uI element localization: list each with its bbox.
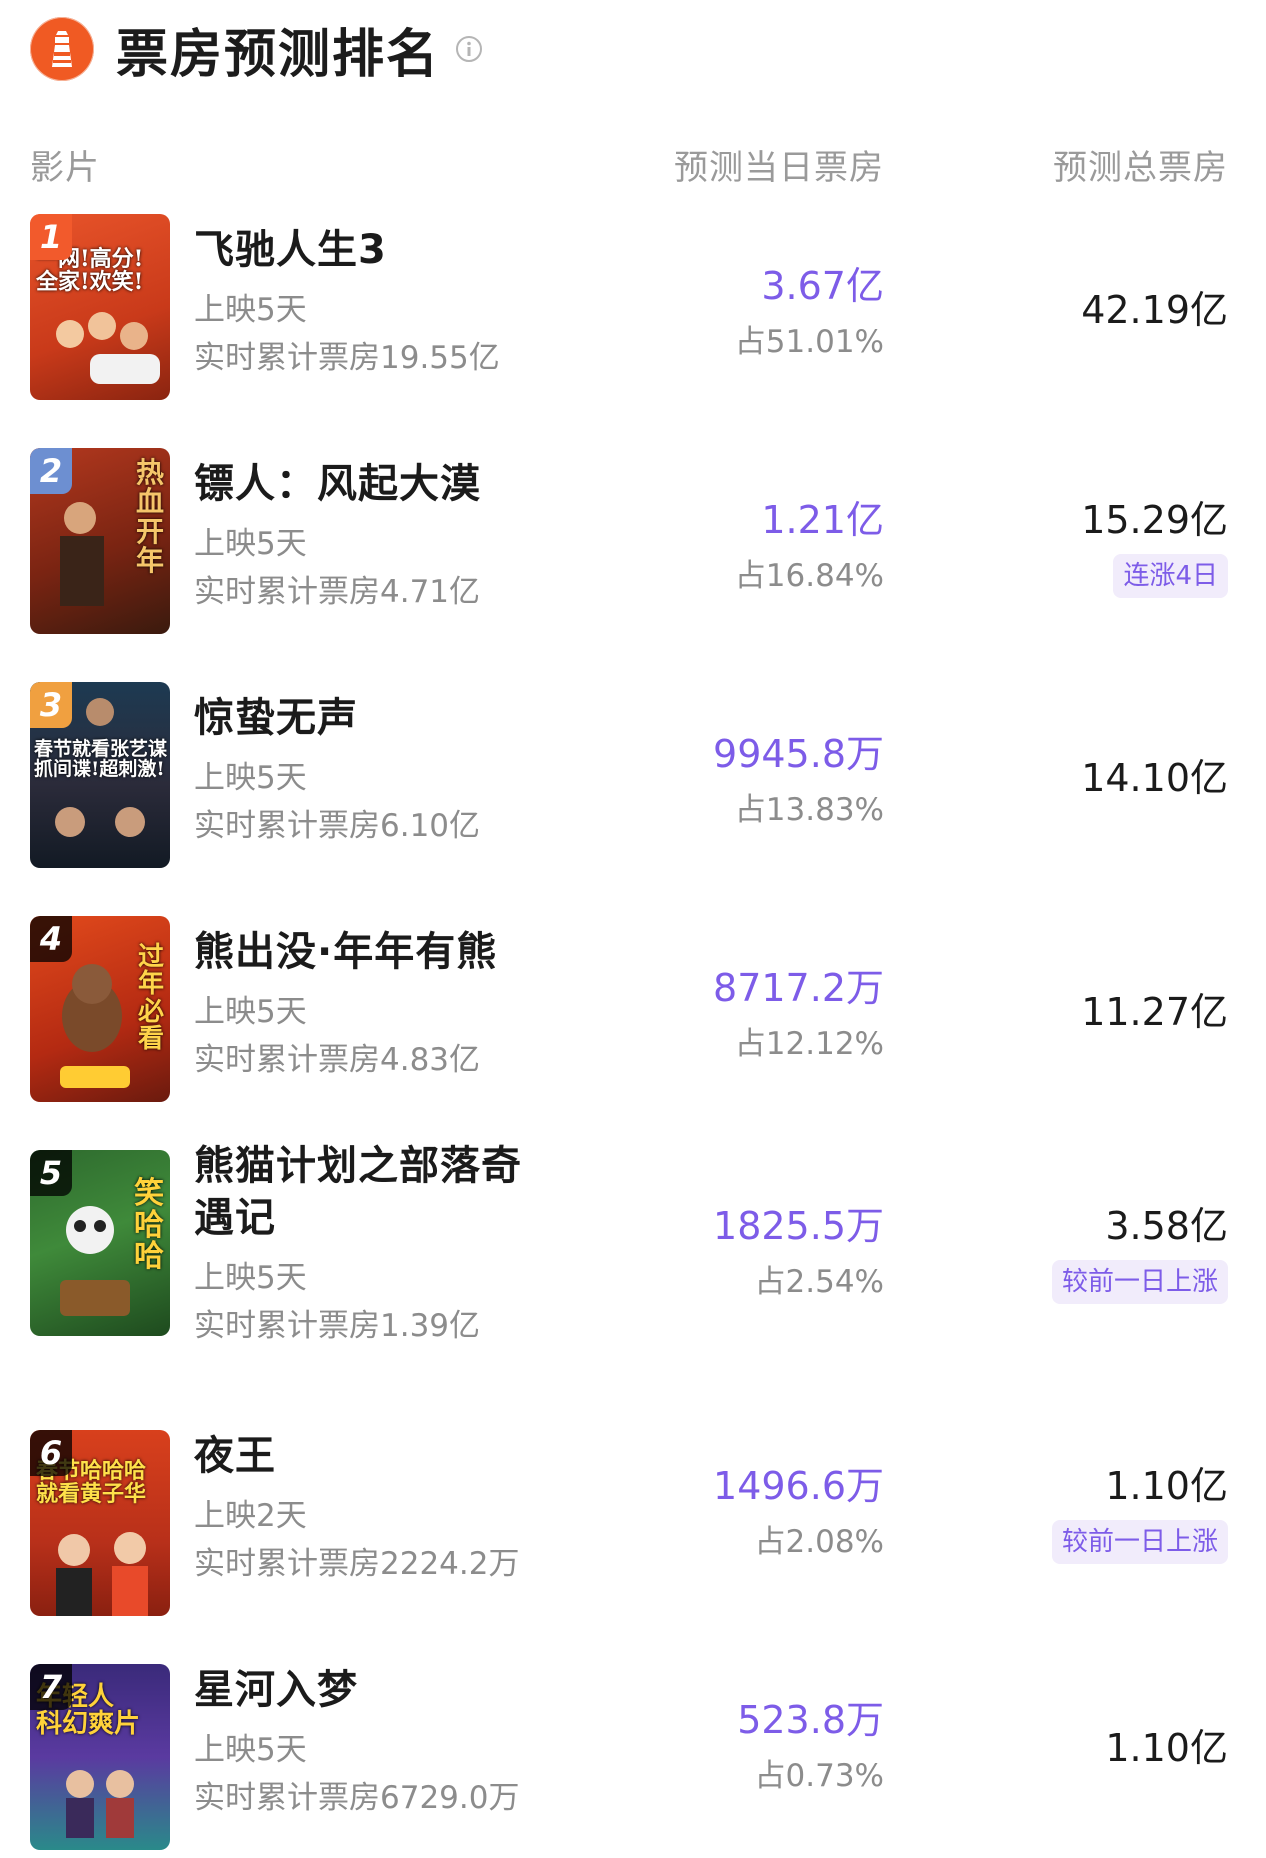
trend-badge: 连涨4日 bbox=[1113, 554, 1228, 598]
days-released: 上映5天 bbox=[194, 1260, 307, 1296]
movie-info: 镖人：风起大漠 上映5天 实时累计票房4.71亿 bbox=[194, 458, 481, 616]
movie-name[interactable]: 飞驰人生3 bbox=[194, 224, 500, 276]
total-forecast: 3.58亿 较前一日上涨 bbox=[1051, 1198, 1228, 1304]
total-forecast: 1.10亿 bbox=[1105, 1720, 1228, 1776]
share-value: 占12.12% bbox=[734, 1026, 884, 1062]
movie-info: 夜王 上映2天 实时累计票房2224.2万 bbox=[194, 1430, 519, 1588]
movie-name[interactable]: 熊猫计划之部落奇遇记 bbox=[194, 1140, 554, 1244]
movie-poster[interactable]: 笑哈哈 5 bbox=[30, 1150, 170, 1336]
movie-row-7[interactable]: 年轻人 科幻爽片 7 星河入梦 上映5天 实时累计票房6729.0万 523.8… bbox=[0, 1664, 1266, 1854]
movie-poster[interactable]: 过年必看 4 bbox=[30, 916, 170, 1102]
movie-poster[interactable]: 一网!高分! 全家!欢笑! 1 bbox=[30, 214, 170, 400]
daily-value: 9945.8万 bbox=[713, 732, 884, 776]
column-header-daily: 预测当日票房 bbox=[674, 148, 884, 188]
total-forecast: 15.29亿 连涨4日 bbox=[1081, 492, 1228, 598]
rank-badge: 6 bbox=[30, 1430, 72, 1476]
movie-name[interactable]: 惊蛰无声 bbox=[194, 692, 480, 744]
total-value: 42.19亿 bbox=[1081, 288, 1228, 332]
total-value: 3.58亿 bbox=[1105, 1204, 1228, 1248]
daily-value: 1496.6万 bbox=[713, 1464, 884, 1508]
cumulative-box-office: 实时累计票房4.71亿 bbox=[194, 574, 481, 610]
total-value: 14.10亿 bbox=[1081, 756, 1228, 800]
cumulative-box-office: 实时累计票房1.39亿 bbox=[194, 1308, 481, 1344]
column-header-film: 影片 bbox=[30, 148, 100, 188]
rank-badge: 4 bbox=[30, 916, 72, 962]
cumulative-box-office: 实时累计票房6.10亿 bbox=[194, 808, 481, 844]
daily-value: 523.8万 bbox=[737, 1698, 884, 1742]
lighthouse-icon bbox=[30, 17, 94, 81]
daily-forecast: 523.8万 占0.73% bbox=[737, 1692, 884, 1804]
daily-value: 3.67亿 bbox=[761, 264, 884, 308]
daily-forecast: 3.67亿 占51.01% bbox=[735, 258, 884, 370]
share-value: 占2.08% bbox=[754, 1524, 884, 1560]
total-value: 11.27亿 bbox=[1081, 990, 1228, 1034]
cumulative-box-office: 实时累计票房2224.2万 bbox=[194, 1546, 520, 1582]
movie-row-1[interactable]: 一网!高分! 全家!欢笑! 1 飞驰人生3 上映5天 实时累计票房19.55亿 … bbox=[0, 214, 1266, 404]
movie-name[interactable]: 镖人：风起大漠 bbox=[194, 458, 481, 510]
daily-forecast: 9945.8万 占13.83% bbox=[713, 726, 884, 838]
movie-row-4[interactable]: 过年必看 4 熊出没·年年有熊 上映5天 实时累计票房4.83亿 8717.2万… bbox=[0, 916, 1266, 1106]
movie-poster[interactable]: 年轻人 科幻爽片 7 bbox=[30, 1664, 170, 1850]
movie-info: 惊蛰无声 上映5天 实时累计票房6.10亿 bbox=[194, 692, 480, 850]
daily-forecast: 1.21亿 占16.84% bbox=[735, 492, 884, 604]
days-released: 上映5天 bbox=[194, 1732, 307, 1768]
total-value: 15.29亿 bbox=[1081, 498, 1228, 542]
movie-row-2[interactable]: 热血开年 2 镖人：风起大漠 上映5天 实时累计票房4.71亿 1.21亿 占1… bbox=[0, 448, 1266, 638]
cumulative-box-office: 实时累计票房4.83亿 bbox=[194, 1042, 481, 1078]
cumulative-box-office: 实时累计票房6729.0万 bbox=[194, 1780, 520, 1816]
rank-badge: 2 bbox=[30, 448, 72, 494]
column-header-total: 预测总票房 bbox=[1053, 148, 1228, 188]
total-value: 1.10亿 bbox=[1105, 1464, 1228, 1508]
trend-badge: 较前一日上涨 bbox=[1051, 1520, 1228, 1564]
days-released: 上映2天 bbox=[194, 1498, 307, 1534]
days-released: 上映5天 bbox=[194, 526, 307, 562]
movie-poster[interactable]: 春节哈哈哈 就看黄子华 6 bbox=[30, 1430, 170, 1616]
total-forecast: 11.27亿 bbox=[1081, 984, 1228, 1040]
movie-name[interactable]: 熊出没·年年有熊 bbox=[194, 926, 497, 978]
share-value: 占0.73% bbox=[754, 1758, 884, 1794]
daily-value: 8717.2万 bbox=[713, 966, 884, 1010]
share-value: 占51.01% bbox=[734, 324, 884, 360]
header: 票房预测排名 bbox=[30, 14, 484, 85]
rank-badge: 5 bbox=[30, 1150, 72, 1196]
movie-row-6[interactable]: 春节哈哈哈 就看黄子华 6 夜王 上映2天 实时累计票房2224.2万 1496… bbox=[0, 1430, 1266, 1620]
total-forecast: 14.10亿 bbox=[1081, 750, 1228, 806]
movie-info: 熊出没·年年有熊 上映5天 实时累计票房4.83亿 bbox=[194, 926, 497, 1084]
share-value: 占13.83% bbox=[734, 792, 884, 828]
cumulative-box-office: 实时累计票房19.55亿 bbox=[194, 340, 500, 376]
movie-info: 星河入梦 上映5天 实时累计票房6729.0万 bbox=[194, 1664, 519, 1822]
daily-forecast: 1825.5万 占2.54% bbox=[713, 1198, 884, 1310]
daily-value: 1825.5万 bbox=[713, 1204, 884, 1248]
share-value: 占16.84% bbox=[734, 558, 884, 594]
page-title: 票房预测排名 bbox=[116, 24, 441, 85]
rank-badge: 3 bbox=[30, 682, 72, 728]
days-released: 上映5天 bbox=[194, 292, 307, 328]
total-forecast: 1.10亿 较前一日上涨 bbox=[1051, 1458, 1228, 1564]
movie-name[interactable]: 星河入梦 bbox=[194, 1664, 519, 1716]
movie-info: 熊猫计划之部落奇遇记 上映5天 实时累计票房1.39亿 bbox=[194, 1140, 554, 1350]
movie-info: 飞驰人生3 上映5天 实时累计票房19.55亿 bbox=[194, 224, 500, 382]
movie-name[interactable]: 夜王 bbox=[194, 1430, 519, 1482]
rank-badge: 1 bbox=[30, 214, 72, 260]
daily-value: 1.21亿 bbox=[761, 498, 884, 542]
days-released: 上映5天 bbox=[194, 994, 307, 1030]
movie-row-3[interactable]: 春节就看张艺谋 抓间谍!超刺激! 3 惊蛰无声 上映5天 实时累计票房6.10亿… bbox=[0, 682, 1266, 872]
trend-badge: 较前一日上涨 bbox=[1051, 1260, 1228, 1304]
total-value: 1.10亿 bbox=[1105, 1726, 1228, 1770]
movie-poster[interactable]: 春节就看张艺谋 抓间谍!超刺激! 3 bbox=[30, 682, 170, 868]
info-icon[interactable] bbox=[454, 34, 484, 64]
daily-forecast: 1496.6万 占2.08% bbox=[713, 1458, 884, 1570]
total-forecast: 42.19亿 bbox=[1081, 282, 1228, 338]
movie-row-5[interactable]: 笑哈哈 5 熊猫计划之部落奇遇记 上映5天 实时累计票房1.39亿 1825.5… bbox=[0, 1143, 1266, 1360]
daily-forecast: 8717.2万 占12.12% bbox=[713, 960, 884, 1072]
share-value: 占2.54% bbox=[754, 1264, 884, 1300]
movie-poster[interactable]: 热血开年 2 bbox=[30, 448, 170, 634]
days-released: 上映5天 bbox=[194, 760, 307, 796]
rank-badge: 7 bbox=[30, 1664, 72, 1710]
